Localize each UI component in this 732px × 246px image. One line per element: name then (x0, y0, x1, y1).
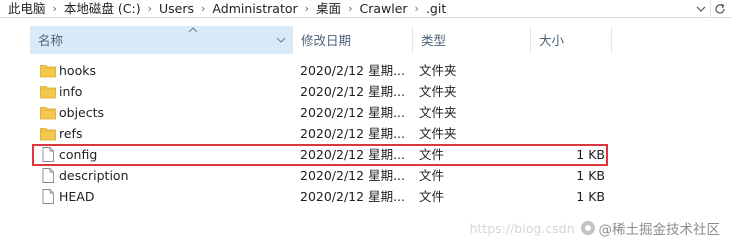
file-size: 1 KB (576, 189, 605, 204)
file-type: 文件夹 (419, 63, 457, 78)
file-date: 2020/2/12 星期... (300, 63, 405, 78)
column-header-type-label: 类型 (421, 33, 447, 48)
file-size: 1 KB (576, 168, 605, 183)
column-header-row: 名称 修改日期 类型 大小 (0, 26, 732, 56)
column-header-date-label: 修改日期 (301, 33, 352, 48)
file-type: 文件夹 (419, 126, 457, 141)
chevron-right-icon[interactable]: › (300, 2, 314, 15)
column-header-size[interactable]: 大小 (530, 26, 612, 54)
file-date: 2020/2/12 星期... (300, 168, 405, 183)
file-name: refs (59, 126, 83, 141)
file-name: hooks (59, 63, 96, 78)
file-type: 文件夹 (419, 84, 457, 99)
file-name: config (59, 147, 98, 162)
file-date: 2020/2/12 星期... (300, 105, 405, 120)
address-bar[interactable]: 此电脑 › 本地磁盘 (C:) › Users › Administrator … (0, 0, 732, 18)
chevron-right-icon[interactable]: › (48, 2, 62, 15)
column-header-type[interactable]: 类型 (412, 26, 530, 54)
column-header-name[interactable]: 名称 (30, 26, 292, 54)
file-type: 文件 (419, 189, 445, 204)
list-item[interactable]: info 2020/2/12 星期... 文件夹 (30, 81, 610, 102)
file-date: 2020/2/12 星期... (300, 126, 405, 141)
list-item[interactable]: hooks 2020/2/12 星期... 文件夹 (30, 60, 610, 81)
file-type: 文件 (419, 147, 445, 162)
breadcrumb-desktop[interactable]: 桌面 (314, 1, 343, 17)
refresh-icon (715, 3, 725, 14)
file-type: 文件夹 (419, 105, 457, 120)
sort-ascending-icon (188, 27, 198, 33)
file-icon (42, 147, 54, 162)
chevron-right-icon[interactable]: › (143, 2, 157, 15)
watermark: https://blog.csdn @稀土掘金技术社区 (469, 218, 721, 239)
watermark-url: https://blog.csdn (469, 220, 575, 236)
folder-icon (40, 86, 56, 99)
file-name: HEAD (59, 189, 95, 204)
file-icon (42, 168, 54, 183)
chevron-right-icon[interactable]: › (410, 2, 424, 15)
list-item[interactable]: refs 2020/2/12 星期... 文件夹 (30, 123, 610, 144)
watermark-logo-icon (580, 221, 595, 235)
folder-icon (40, 128, 56, 141)
breadcrumb-crawler[interactable]: Crawler (357, 1, 409, 17)
file-date: 2020/2/12 星期... (300, 147, 405, 162)
chevron-down-icon (696, 6, 706, 12)
list-item[interactable]: description 2020/2/12 星期... 文件 1 KB (30, 165, 610, 186)
column-header-name-label: 名称 (38, 33, 64, 48)
folder-icon (40, 107, 56, 120)
refresh-button[interactable] (710, 0, 729, 17)
breadcrumb-git[interactable]: .git (424, 1, 448, 17)
breadcrumb: 此电脑 › 本地磁盘 (C:) › Users › Administrator … (6, 0, 448, 17)
file-size: 1 KB (576, 147, 605, 162)
breadcrumb-local-disk[interactable]: 本地磁盘 (C:) (62, 1, 143, 17)
watermark-brand: @稀土掘金技术社区 (598, 222, 721, 238)
file-type: 文件 (419, 168, 445, 183)
list-item[interactable]: HEAD 2020/2/12 星期... 文件 1 KB (30, 186, 610, 207)
column-header-date[interactable]: 修改日期 (292, 26, 412, 54)
breadcrumb-this-pc[interactable]: 此电脑 (6, 1, 48, 17)
chevron-down-icon[interactable] (276, 35, 286, 45)
address-history-dropdown[interactable] (694, 0, 708, 17)
file-date: 2020/2/12 星期... (300, 84, 405, 99)
file-name: description (59, 168, 129, 183)
list-item[interactable]: objects 2020/2/12 星期... 文件夹 (30, 102, 610, 123)
file-date: 2020/2/12 星期... (300, 189, 405, 204)
breadcrumb-administrator[interactable]: Administrator (210, 1, 299, 17)
chevron-right-icon[interactable]: › (196, 2, 210, 15)
folder-icon (40, 65, 56, 78)
file-icon (42, 189, 54, 204)
file-name: info (59, 84, 83, 99)
breadcrumb-users[interactable]: Users (157, 1, 196, 17)
list-item[interactable]: config 2020/2/12 星期... 文件 1 KB (30, 144, 610, 165)
chevron-right-icon[interactable]: › (343, 2, 357, 15)
column-header-size-label: 大小 (539, 33, 565, 48)
file-name: objects (59, 105, 105, 120)
